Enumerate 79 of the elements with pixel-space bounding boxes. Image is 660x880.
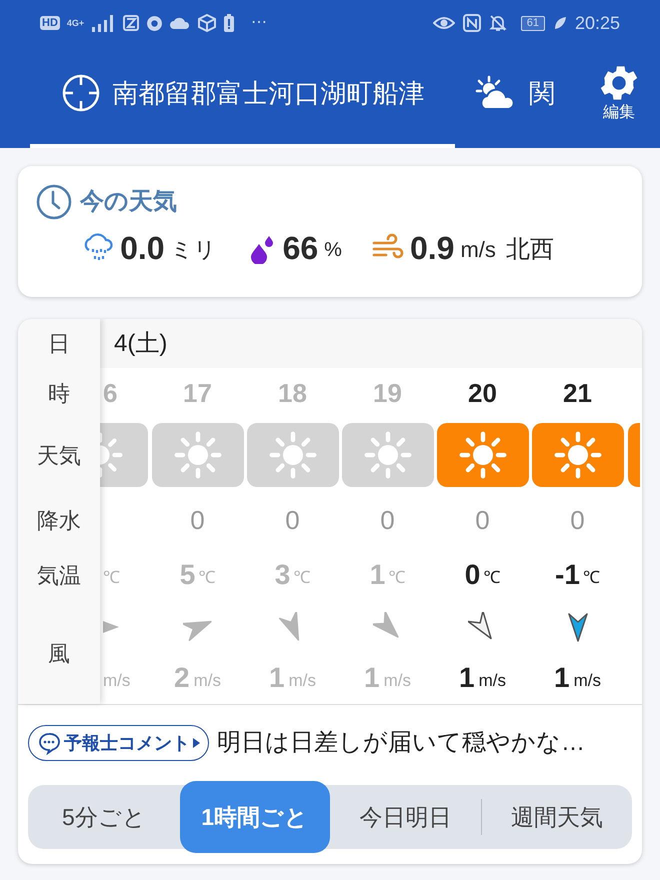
- clock-time: 20:25: [574, 12, 620, 34]
- signal-icon: [92, 14, 116, 32]
- humidity-value: 66: [282, 229, 318, 268]
- row-label: 風: [48, 640, 70, 668]
- wind-speed-unit: m/s: [384, 670, 411, 692]
- network-label: 4G+: [66, 18, 85, 28]
- temperature-value: 1: [370, 558, 386, 592]
- more-indicator: ⋯: [250, 13, 267, 33]
- card-title: 今の天気: [80, 187, 177, 217]
- precipitation-amount: 0: [380, 504, 395, 536]
- mode-tab[interactable]: 1時間ごと: [180, 781, 330, 853]
- sun-icon: [552, 430, 602, 480]
- row-label: 降水: [37, 506, 81, 535]
- leaf-icon: [552, 16, 567, 30]
- wind-speed-value: 1: [269, 661, 285, 695]
- hour-label: 19: [373, 376, 402, 410]
- wind-speed-value: 1: [459, 661, 475, 695]
- caret-icon: [193, 738, 200, 748]
- mode-tab[interactable]: 5分ごと: [28, 785, 180, 849]
- nfc-icon: [462, 14, 481, 32]
- wind-unit: m/s: [460, 236, 496, 264]
- precipitation-amount: 0: [285, 504, 300, 536]
- sun-icon: [458, 430, 508, 480]
- wind-speed-unit: m/s: [288, 670, 316, 692]
- bell-off-icon: [488, 14, 507, 32]
- temperature-unit: ℃: [483, 567, 500, 590]
- hour-label: 18: [278, 376, 307, 410]
- temperature-value: 3: [274, 558, 290, 592]
- sun-icon: [362, 430, 412, 480]
- wind-value: 0.9: [410, 229, 454, 268]
- clock-icon: [36, 184, 72, 220]
- row-label: 天気: [37, 442, 81, 470]
- row-label: 気温: [37, 562, 81, 590]
- hour-label: 20: [468, 376, 497, 410]
- wind-speed-unit: m/s: [574, 670, 601, 692]
- battery-level: 61: [520, 16, 545, 30]
- wind-speed-unit: m/s: [194, 670, 221, 692]
- forecaster-comment-button[interactable]: 予報士コメント: [28, 725, 209, 761]
- temperature-unit: ℃: [293, 567, 310, 590]
- row-label: 時: [48, 380, 70, 408]
- precipitation-amount: 0: [190, 504, 205, 536]
- row-label: 日: [48, 330, 70, 358]
- mode-tab[interactable]: 今日明日: [330, 785, 482, 849]
- comment-text: 明日は日差しが届いて穏やかな…: [217, 728, 585, 758]
- humidity-unit: %: [324, 238, 342, 263]
- wind-speed-value: 2: [174, 661, 190, 695]
- battery-alert-icon: [224, 14, 234, 32]
- wind-speed-unit: m/s: [103, 670, 130, 692]
- temperature-unit: ℃: [198, 567, 216, 590]
- hour-label: 17: [183, 376, 212, 410]
- sun-icon: [268, 430, 318, 480]
- temperature-value: -1: [555, 558, 580, 592]
- temperature-unit: ℃: [103, 567, 120, 590]
- hd-badge: HD: [40, 16, 60, 30]
- precipitation-amount: 0: [475, 504, 490, 536]
- mode-tab[interactable]: 週間天気: [482, 785, 632, 849]
- sun-icon: [172, 430, 222, 480]
- precipitation-unit: ミリ: [170, 236, 217, 264]
- temperature-value: 0: [464, 558, 480, 592]
- wind-speed-value: 1: [554, 661, 570, 695]
- crosshair-icon: [60, 73, 100, 113]
- hour-label: 21: [563, 376, 592, 410]
- temperature-value: 5: [180, 558, 196, 592]
- cloud-icon: [170, 17, 190, 29]
- eye-icon: [432, 15, 455, 31]
- speech-bubble-icon: [37, 731, 61, 755]
- precipitation-amount: 0: [570, 504, 585, 536]
- precipitation-value: 0.0: [120, 229, 165, 268]
- box-icon: [196, 13, 217, 33]
- temperature-unit: ℃: [582, 567, 600, 590]
- temperature-unit: ℃: [388, 567, 406, 590]
- wind-speed-value: 1: [364, 661, 380, 695]
- location-tab[interactable]: 南都留郡富士河口湖町船津: [30, 46, 455, 148]
- app-icon: [122, 15, 139, 31]
- date-label: 4(土): [114, 328, 168, 358]
- wind-speed-unit: m/s: [478, 670, 506, 692]
- region-tab[interactable]: 関: [455, 46, 555, 148]
- wind-direction: 北西: [506, 235, 554, 265]
- hour-label: 6: [103, 376, 118, 410]
